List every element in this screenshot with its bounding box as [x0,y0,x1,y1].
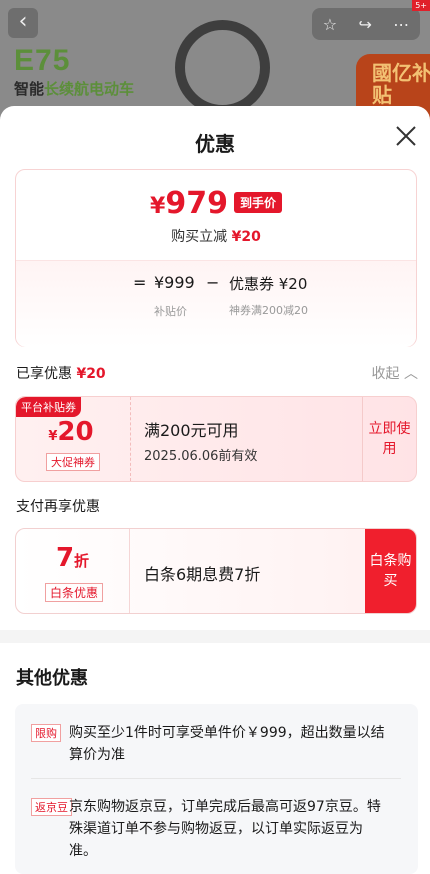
base-price: ¥999 [154,273,195,292]
product-image [175,20,270,115]
back-button[interactable]: ‹ [8,8,38,38]
jingdou-text: 京东购物返京豆，订单完成后最高可返97京豆。特殊渠道订单不参与购物返豆，以订单实… [69,799,381,859]
baitiao-discount: 7折 [55,543,90,573]
limit-tag: 限购 [31,724,61,742]
use-coupon-button[interactable]: 立即使用 [362,397,416,481]
share-icon[interactable]: ↪ [358,15,371,34]
close-icon[interactable] [394,124,418,148]
list-divider [31,778,401,779]
discount-sheet: 优惠 ¥979 到手价 购买立减 ¥20 = ¥999 − 优惠券 ¥20 补贴价… [0,106,430,874]
coupon-corner-label: 平台补贴券 [16,397,81,417]
product-model-name: E75 [14,44,71,77]
platform-coupon: 平台补贴券 ¥20 大促神券 满200元可用 2025.06.06前有效 立即使… [15,396,417,482]
baitiao-label: 白条优惠 [45,583,104,602]
collapse-button[interactable]: 收起 ︿ [372,363,418,383]
limit-text: 购买至少1件时可享受单件价￥999，超出数量以结算价为准 [69,725,385,763]
base-price-label: 补贴价 [154,305,187,318]
more-icon[interactable]: ⋯ [393,15,409,34]
payment-section-title: 支付再享优惠 [16,499,100,515]
chevron-up-icon: ︿ [404,366,418,382]
price-card: ¥979 到手价 购买立减 ¥20 = ¥999 − 优惠券 ¥20 补贴价 神券… [15,169,417,347]
baitiao-buy-button[interactable]: 白条购买 [365,529,416,613]
price-formula: = ¥999 − 优惠券 ¥20 补贴价 神券满200减20 [16,260,416,347]
corner-badge: 5+ [412,0,430,11]
final-price-tag: 到手价 [233,192,282,213]
coupon-amount: ¥20 [48,417,94,447]
jingdou-tag: 返京豆 [31,798,72,816]
sheet-title: 优惠 [195,132,235,156]
coupon-validity: 2025.06.06前有效 [144,449,258,464]
section-divider [0,630,430,643]
product-slogan: 智能长续航电动车 [14,80,135,98]
coupon-type-label: 大促神券 [46,453,100,471]
header-tools: ☆ ↪ ⋯ [312,8,420,40]
instant-discount: 购买立减 ¥20 [171,229,261,245]
chevron-left-icon: ‹ [18,9,28,34]
other-offers-list: 限购 购买至少1件时可享受单件价￥999，超出数量以结算价为准 返京豆 京东购物… [15,704,418,874]
enjoyed-discount-title: 已享优惠 ¥20 [16,366,106,382]
coupon-deduction: 优惠券 ¥20 [229,275,308,293]
baitiao-offer: 7折 白条优惠 白条6期息费7折 白条购买 [15,528,417,614]
coupon-condition: 满200元可用 [144,421,239,440]
baitiao-description: 白条6期息费7折 [144,565,261,584]
final-price: ¥979 到手价 [16,186,416,221]
star-icon[interactable]: ☆ [323,15,337,34]
other-offers-title: 其他优惠 [16,668,88,689]
coupon-deduction-label: 神券满200减20 [229,304,308,317]
